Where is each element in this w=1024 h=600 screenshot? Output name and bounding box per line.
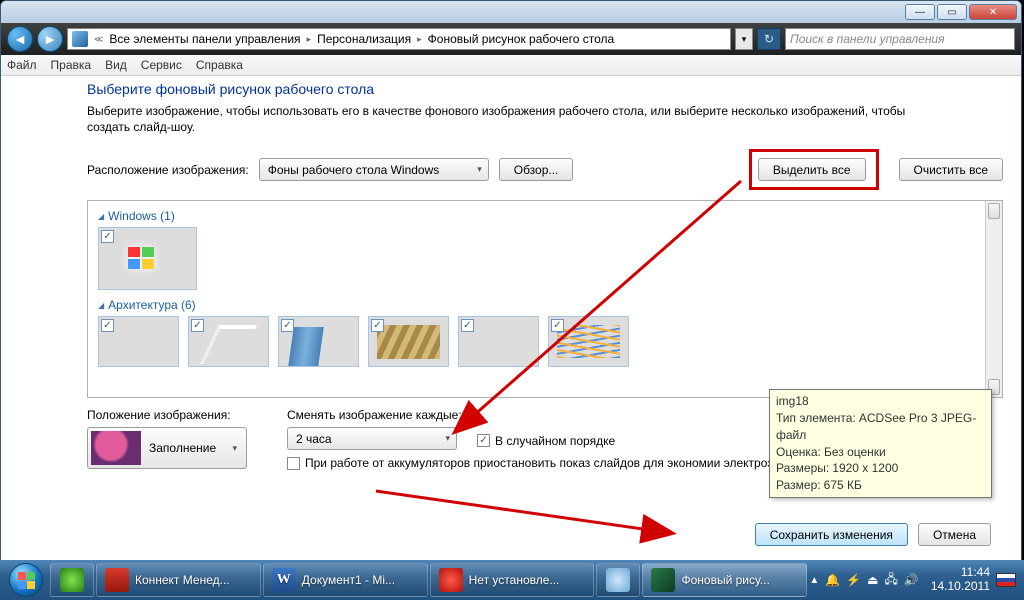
browser-icon	[606, 568, 630, 592]
forward-button[interactable]: ►	[37, 26, 63, 52]
system-tray[interactable]: ▲ 🔔 ⚡ ⏏ 🖧 🔊 11:44 14.10.2011	[809, 566, 1020, 594]
location-icon	[72, 31, 88, 47]
page-intro: Выберите изображение, чтобы использовать…	[87, 103, 907, 135]
clear-all-button[interactable]: Очистить все	[899, 158, 1003, 181]
menu-file[interactable]: Файл	[7, 58, 37, 72]
taskbar-item[interactable]: Документ1 - Mi...	[263, 563, 428, 597]
position-label: Положение изображения:	[87, 408, 247, 422]
wallpaper-thumb[interactable]: ✓	[278, 316, 359, 367]
back-button[interactable]: ◄	[7, 26, 33, 52]
wallpaper-gallery: ◢Windows (1) ✓ ◢Архитектура (6) ✓ ✓ ✓ ✓ …	[87, 200, 1003, 398]
annotation-highlight: Выделить все	[749, 149, 879, 190]
thumb-checkbox[interactable]: ✓	[461, 319, 474, 332]
wallpaper-thumb[interactable]: ✓	[368, 316, 449, 367]
app-icon	[105, 568, 129, 592]
location-combo[interactable]: Фоны рабочего стола Windows	[259, 158, 489, 181]
chevron-right-icon: ▸	[417, 34, 422, 45]
location-label: Расположение изображения:	[87, 163, 249, 177]
taskbar-item[interactable]: Нет установле...	[430, 563, 595, 597]
breadcrumb[interactable]: Персонализация	[317, 32, 411, 46]
minimize-button[interactable]: —	[905, 4, 935, 20]
checkbox-icon[interactable]: ✓	[477, 434, 490, 447]
checkbox-icon[interactable]	[287, 457, 300, 470]
menu-bar: Файл Правка Вид Сервис Справка	[1, 55, 1021, 76]
shuffle-checkbox-row[interactable]: ✓В случайном порядке	[477, 434, 615, 448]
windows-orb-icon	[9, 563, 43, 597]
tray-icon[interactable]: ⚡	[846, 573, 861, 587]
tray-icon[interactable]: 🔔	[825, 573, 840, 587]
explorer-navbar: ◄ ► ≪ Все элементы панели управления ▸ П…	[1, 23, 1021, 55]
taskbar-item[interactable]: Коннект Менед...	[96, 563, 261, 597]
location-row: Расположение изображения: Фоны рабочего …	[87, 149, 1003, 190]
taskbar-item-active[interactable]: Фоновый рису...	[642, 563, 807, 597]
thumb-checkbox[interactable]: ✓	[371, 319, 384, 332]
position-preview-icon	[91, 431, 141, 465]
interval-combo[interactable]: 2 часа	[287, 427, 457, 450]
wallpaper-thumb[interactable]: ✓	[458, 316, 539, 367]
menu-edit[interactable]: Правка	[51, 58, 92, 72]
cancel-button[interactable]: Отмена	[918, 523, 991, 546]
opera-icon	[439, 568, 463, 592]
collapse-icon: ◢	[98, 212, 104, 221]
wallpaper-thumb[interactable]: ✓	[548, 316, 629, 367]
thumb-checkbox[interactable]: ✓	[191, 319, 204, 332]
wallpaper-thumb[interactable]: ✓	[98, 227, 179, 290]
breadcrumb[interactable]: Фоновый рисунок рабочего стола	[428, 32, 615, 46]
wallpaper-thumb[interactable]: ✓	[188, 316, 269, 367]
chevron-down-icon: ▾	[232, 443, 237, 454]
taskbar: Коннект Менед... Документ1 - Mi... Нет у…	[0, 560, 1024, 600]
collapse-icon: ◢	[98, 301, 104, 310]
taskbar-clock[interactable]: 11:44 14.10.2011	[931, 566, 990, 594]
search-placeholder: Поиск в панели управления	[790, 32, 945, 46]
refresh-button[interactable]: ↻	[757, 28, 781, 50]
scrollbar[interactable]	[985, 201, 1002, 397]
breadcrumb[interactable]: Все элементы панели управления	[109, 32, 300, 46]
group-header[interactable]: ◢Windows (1)	[98, 209, 975, 223]
tray-icon[interactable]: ⏏	[867, 573, 878, 587]
network-icon[interactable]: 🖧	[884, 570, 897, 591]
page-title: Выберите фоновый рисунок рабочего стола	[87, 81, 1003, 97]
menu-view[interactable]: Вид	[105, 58, 127, 72]
thumb-checkbox[interactable]: ✓	[101, 230, 114, 243]
image-tooltip: img18 Тип элемента: ACDSee Pro 3 JPEG-фа…	[769, 389, 992, 498]
chevron-right-icon: ▸	[307, 34, 312, 45]
save-button[interactable]: Сохранить изменения	[755, 523, 908, 546]
browse-button[interactable]: Обзор...	[499, 158, 574, 181]
taskbar-pinned[interactable]	[596, 563, 640, 597]
thumb-checkbox[interactable]: ✓	[551, 319, 564, 332]
menu-help[interactable]: Справка	[196, 58, 243, 72]
group-header[interactable]: ◢Архитектура (6)	[98, 298, 975, 312]
thumb-checkbox[interactable]: ✓	[281, 319, 294, 332]
window-titlebar: — ▭ ✕	[1, 1, 1021, 23]
position-combo[interactable]: Заполнение ▾	[87, 427, 247, 469]
utorrent-icon	[60, 568, 84, 592]
start-button[interactable]	[4, 562, 48, 598]
thumb-checkbox[interactable]: ✓	[101, 319, 114, 332]
word-icon	[272, 568, 296, 592]
wallpaper-thumb[interactable]: ✓	[98, 316, 179, 367]
address-dropdown[interactable]: ▾	[735, 28, 753, 50]
maximize-button[interactable]: ▭	[937, 4, 967, 20]
footer-buttons: Сохранить изменения Отмена	[755, 523, 991, 546]
address-bar[interactable]: ≪ Все элементы панели управления ▸ Персо…	[67, 28, 731, 50]
taskbar-pinned[interactable]	[50, 563, 94, 597]
language-flag-icon[interactable]	[996, 573, 1016, 587]
menu-tools[interactable]: Сервис	[141, 58, 182, 72]
search-input[interactable]: Поиск в панели управления	[785, 28, 1015, 50]
personalization-icon	[651, 568, 675, 592]
select-all-button[interactable]: Выделить все	[758, 158, 866, 181]
control-panel-window: — ▭ ✕ ◄ ► ≪ Все элементы панели управлен…	[0, 0, 1022, 561]
tray-expand-icon[interactable]: ▲	[809, 575, 819, 586]
chevron-icon: ≪	[94, 34, 103, 45]
volume-icon[interactable]: 🔊	[904, 573, 919, 587]
close-button[interactable]: ✕	[969, 4, 1017, 20]
